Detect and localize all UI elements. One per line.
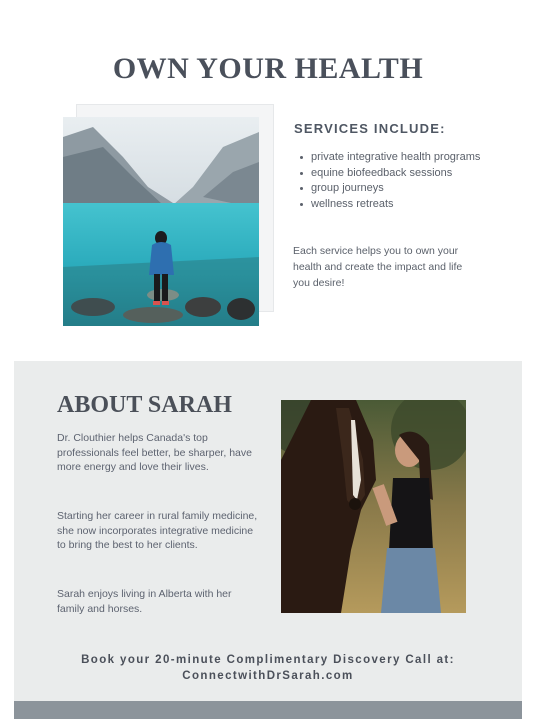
about-paragraph: Starting her career in rural family medi… — [57, 510, 258, 552]
service-item: wellness retreats — [297, 197, 487, 213]
cta-text: Book your 20-minute Complimentary Discov… — [0, 652, 536, 684]
service-item: private integrative health programs — [297, 150, 487, 166]
service-item: group journeys — [297, 181, 487, 197]
page-title: OWN YOUR HEALTH — [112, 52, 424, 85]
services-heading: SERVICES INCLUDE: — [294, 121, 446, 136]
sarah-with-horse-photo — [281, 400, 466, 613]
about-paragraph: Sarah enjoys living in Alberta with her … — [57, 588, 232, 615]
services-list: private integrative health programs equi… — [297, 150, 487, 212]
footer-bar — [14, 701, 522, 719]
lake-photo — [63, 117, 259, 326]
lake-photo-illustration — [63, 117, 259, 326]
website-link[interactable]: ConnectwithDrSarah.com — [0, 668, 536, 684]
services-description: Each service helps you to own your healt… — [293, 245, 463, 289]
horse-photo-illustration — [281, 400, 466, 613]
about-title: ABOUT SARAH — [57, 392, 232, 418]
service-item: equine biofeedback sessions — [297, 166, 487, 182]
about-paragraph: Dr. Clouthier helps Canada's top profess… — [57, 432, 252, 474]
flyer-page: OWN YOUR HEALTH SERVICES INCLUDE: privat… — [0, 0, 536, 719]
cta-line: Book your 20-minute Complimentary Discov… — [81, 654, 455, 666]
